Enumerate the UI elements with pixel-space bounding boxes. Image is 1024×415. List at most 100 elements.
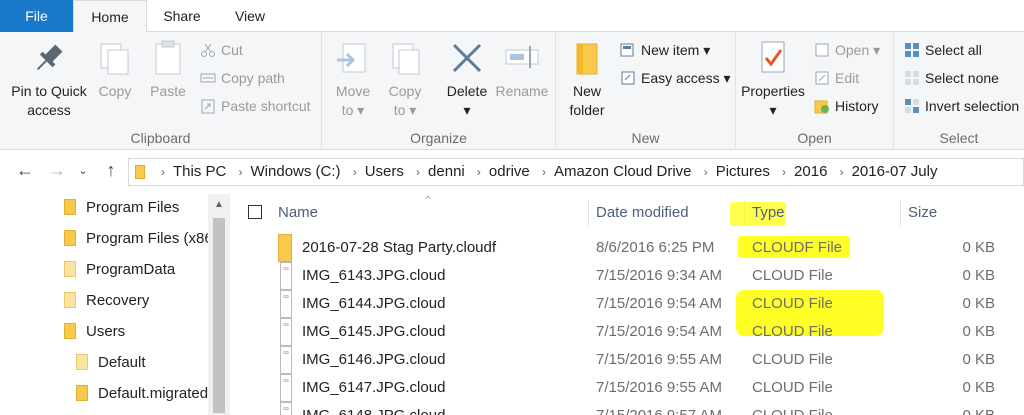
pin-to-quick-access-button[interactable]: Pin to Quick access — [6, 38, 92, 120]
table-row[interactable]: IMG_6145.JPG.cloud 7/15/2016 9:54 AM CLO… — [230, 318, 1024, 346]
table-row[interactable]: IMG_6143.JPG.cloud 7/15/2016 9:34 AM CLO… — [230, 262, 1024, 290]
history-label: History — [835, 98, 879, 114]
paste-shortcut-button[interactable]: Paste shortcut — [200, 94, 311, 118]
breadcrumb-separator-icon: › — [161, 165, 165, 179]
breadcrumb-denni[interactable]: denni — [428, 163, 465, 180]
edit-icon — [814, 69, 830, 85]
recent-locations-chevron-icon[interactable]: ⌄ — [72, 164, 94, 177]
history-button[interactable]: History — [814, 94, 879, 118]
new-folder-button[interactable]: New folder — [562, 38, 612, 120]
nav-item-label: Program Files — [86, 199, 180, 216]
table-row[interactable]: IMG_6148.JPG.cloud 7/15/2016 9:57 AM CLO… — [230, 402, 1024, 415]
breadcrumb-pictures[interactable]: Pictures — [716, 163, 770, 180]
nav-pane-scrollbar[interactable]: ▲ — [208, 194, 230, 415]
breadcrumb-separator-icon: › — [352, 165, 357, 179]
folder-icon — [64, 292, 76, 308]
breadcrumb-amazon-cloud-drive[interactable]: Amazon Cloud Drive — [554, 163, 692, 180]
tab-view[interactable]: View — [218, 0, 282, 32]
history-icon — [814, 97, 830, 114]
nav-item-recovery[interactable]: Recovery — [64, 287, 214, 315]
folder-icon — [64, 261, 76, 277]
up-arrow-icon[interactable]: ↑ — [100, 160, 122, 181]
cut-label: Cut — [221, 42, 243, 58]
cut-button[interactable]: Cut — [200, 38, 243, 62]
back-arrow-icon[interactable]: ← — [14, 160, 36, 181]
paste-label: Paste — [150, 83, 186, 99]
select-none-label: Select none — [925, 70, 999, 86]
file-list: Name ^ Date modified Type Size 2016-07-2… — [230, 194, 1024, 415]
new-item-label: New item ▾ — [641, 42, 711, 58]
file-size: 0 KB — [962, 323, 995, 340]
copy-button[interactable]: Copy — [94, 38, 136, 101]
rename-button[interactable]: Rename — [494, 38, 550, 101]
delete-button[interactable]: Delete ▾ — [442, 38, 492, 120]
tab-share[interactable]: Share — [150, 0, 214, 32]
file-size: 0 KB — [930, 402, 995, 415]
properties-line1: Properties — [741, 83, 805, 99]
scrollbar-thumb[interactable] — [213, 218, 225, 413]
nav-item-program-files-x86[interactable]: Program Files (x86) — [64, 225, 214, 253]
column-header-date-modified[interactable]: Date modified — [596, 198, 689, 228]
select-none-icon — [904, 69, 920, 85]
tab-file[interactable]: File — [0, 0, 73, 32]
table-row[interactable]: IMG_6144.JPG.cloud 7/15/2016 9:54 AM CLO… — [230, 290, 1024, 318]
address-bar[interactable]: › This PC › Windows (C:) › Users › denni › od… — [128, 158, 1024, 186]
column-divider[interactable] — [900, 200, 901, 226]
select-all-button[interactable]: Select all — [904, 38, 982, 62]
file-name: IMG_6147.JPG.cloud — [302, 379, 446, 396]
file-type: CLOUD File — [752, 379, 833, 396]
breadcrumb-separator-icon: › — [541, 165, 546, 179]
nav-item-default-migrated[interactable]: Default.migrated — [76, 380, 210, 408]
rename-icon — [502, 38, 542, 78]
breadcrumb-separator-icon: › — [839, 165, 844, 179]
copy-to-button[interactable]: Copy to ▾ — [382, 38, 428, 120]
new-item-button[interactable]: New item ▾ — [620, 38, 710, 62]
table-row[interactable]: IMG_6147.JPG.cloud 7/15/2016 9:55 AM CLO… — [230, 374, 1024, 402]
scissors-icon — [200, 41, 216, 57]
column-divider[interactable] — [588, 200, 589, 226]
edit-button[interactable]: Edit — [814, 66, 859, 90]
tab-home[interactable]: Home — [73, 0, 147, 33]
file-name: IMG_6148.JPG.cloud — [302, 402, 445, 415]
copy-to-line2: to ▾ — [393, 102, 417, 118]
table-row[interactable]: IMG_6146.JPG.cloud 7/15/2016 9:55 AM CLO… — [230, 346, 1024, 374]
cloud-file-icon — [280, 262, 292, 290]
table-row[interactable]: 2016-07-28 Stag Party.cloudf 8/6/2016 6:… — [230, 234, 1024, 262]
file-name: 2016-07-28 Stag Party.cloudf — [302, 239, 497, 256]
forward-arrow-icon[interactable]: → — [46, 160, 68, 181]
breadcrumb-odrive[interactable]: odrive — [489, 163, 530, 180]
paste-button[interactable]: Paste — [146, 38, 190, 101]
nav-item-default[interactable]: Default — [76, 349, 210, 377]
column-header-type[interactable]: Type — [752, 198, 785, 228]
nav-item-program-files[interactable]: Program Files — [64, 194, 214, 222]
file-size: 0 KB — [962, 267, 995, 284]
select-all-checkbox[interactable] — [248, 205, 262, 219]
folder-icon — [278, 234, 292, 262]
nav-item-users[interactable]: Users — [64, 318, 214, 346]
breadcrumb-this-pc[interactable]: This PC — [173, 163, 226, 180]
breadcrumb-2016-07-july[interactable]: 2016-07 July — [852, 163, 938, 180]
column-header-size[interactable]: Size — [908, 198, 937, 228]
navigation-pane: Program Files Program Files (x86) Progra… — [0, 194, 230, 415]
invert-selection-button[interactable]: Invert selection — [904, 94, 1019, 118]
breadcrumb-separator-icon: › — [476, 165, 481, 179]
breadcrumb-separator-icon: › — [416, 165, 421, 179]
open-button[interactable]: Open ▾ — [814, 38, 880, 62]
column-header-name[interactable]: Name — [278, 198, 318, 228]
file-size: 0 KB — [962, 295, 995, 312]
move-to-button[interactable]: Move to ▾ — [330, 38, 376, 120]
properties-button[interactable]: Properties ▾ — [740, 38, 806, 120]
properties-line2: ▾ — [769, 102, 777, 118]
easy-access-button[interactable]: Easy access ▾ — [620, 66, 731, 90]
scroll-up-arrow-icon[interactable]: ▲ — [208, 194, 230, 216]
delete-x-icon — [447, 38, 487, 78]
organize-group: Move to ▾ Copy to ▾ Delete ▾ Rename Orga… — [322, 32, 556, 150]
copy-path-button[interactable]: Copy path — [200, 66, 285, 90]
breadcrumb-users[interactable]: Users — [365, 163, 404, 180]
select-none-button[interactable]: Select none — [904, 66, 999, 90]
nav-item-programdata[interactable]: ProgramData — [64, 256, 214, 284]
breadcrumb-windows-c[interactable]: Windows (C:) — [251, 163, 341, 180]
new-folder-line1: New — [572, 83, 601, 99]
breadcrumb-2016[interactable]: 2016 — [794, 163, 827, 180]
copy-label: Copy — [98, 83, 132, 99]
